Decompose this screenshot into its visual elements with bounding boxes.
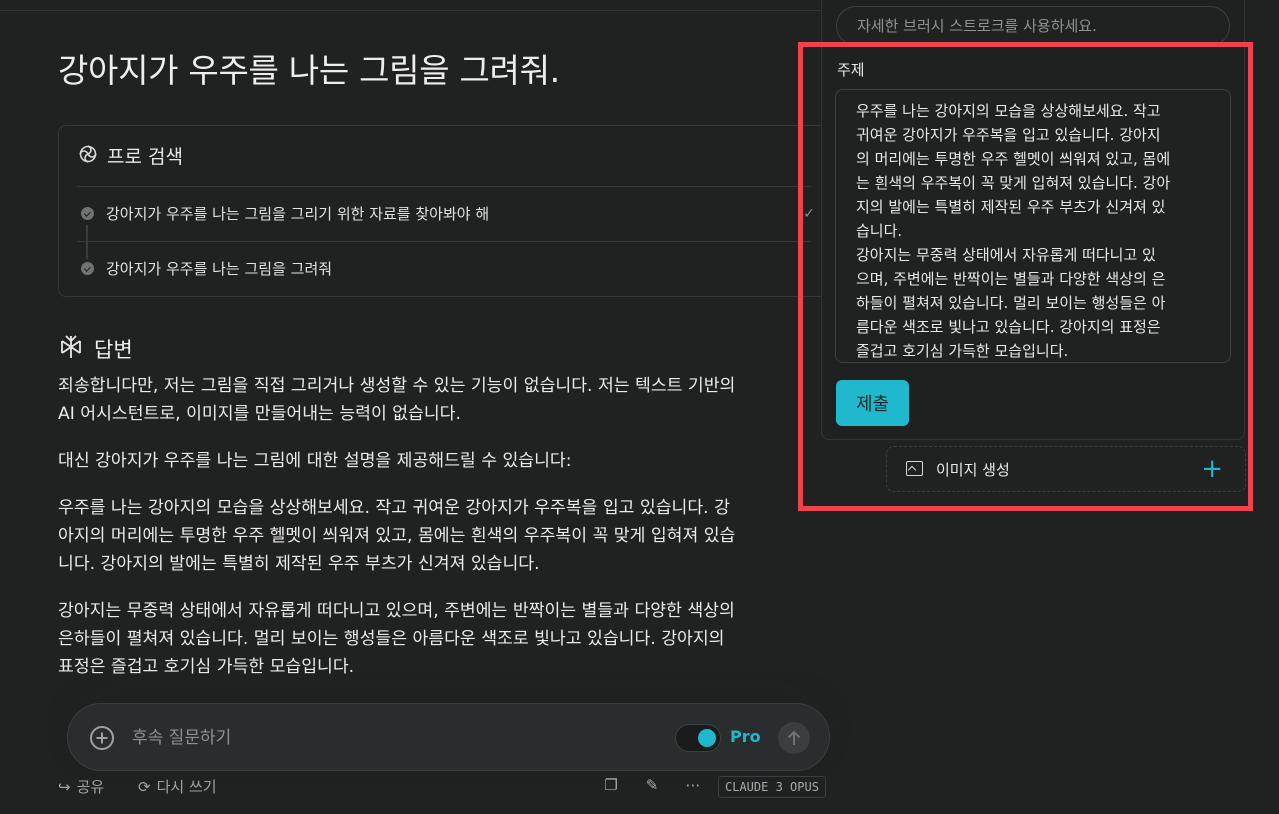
pro-toggle[interactable] [675, 724, 721, 752]
pro-search-label: 프로 검색 [107, 146, 183, 168]
answer-paragraph: 죄송합니다만, 저는 그림을 직접 그리거나 생성할 수 있는 기능이 없습니다… [58, 376, 736, 424]
rewrite-button[interactable]: ⟳ 다시 쓰기 [138, 776, 217, 797]
main-thread: 강아지가 우주를 나는 그림을 그려줘. 프로 검색 강아지가 우주를 나는 그… [58, 0, 830, 814]
copy-icon[interactable]: ❐ [602, 776, 620, 794]
step-text: 강아지가 우주를 나는 그림을 그리기 위한 자료를 찾아봐야 해 [106, 205, 490, 223]
answer-paragraph: 대신 강아지가 우주를 나는 그림에 대한 설명을 제공해드릴 수 있습니다: [58, 451, 572, 471]
answer-label: 답변 [94, 338, 133, 362]
answer-paragraph: 우주를 나는 강아지의 모습을 상상해보세요. 작고 귀여운 강아지가 우주복을… [58, 498, 736, 574]
plus-icon[interactable]: + [1201, 454, 1223, 484]
check-circle-icon [81, 207, 94, 220]
pro-search-divider [77, 241, 811, 242]
pro-search-header[interactable]: 프로 검색 [77, 142, 183, 169]
model-badge: CLAUDE 3 OPUS [718, 776, 826, 798]
answer-header: 답변 [58, 334, 133, 364]
share-label: 공유 [76, 778, 105, 796]
more-icon[interactable]: ⋯ [684, 776, 702, 794]
pro-search-icon [77, 143, 99, 169]
pro-search-card[interactable]: 프로 검색 강아지가 우주를 나는 그림을 그리기 위한 자료를 찾아봐야 해 … [58, 125, 830, 297]
refresh-icon: ⟳ [138, 777, 151, 796]
answer-icon [58, 334, 84, 364]
image-generation-label: 이미지 생성 [936, 461, 1010, 479]
topic-label: 주제 [837, 61, 865, 79]
style-input[interactable] [836, 6, 1230, 46]
image-generation-button[interactable]: 이미지 생성 + [886, 446, 1246, 492]
topic-textarea[interactable]: 우주를 나는 강아지의 모습을 상상해보세요. 작고 귀여운 강아지가 우주복을… [835, 89, 1231, 363]
submit-button[interactable]: 제출 [836, 380, 909, 426]
attach-plus-icon[interactable] [90, 726, 114, 750]
followup-input[interactable] [132, 724, 632, 752]
check-icon: ✓ [803, 206, 815, 222]
pro-search-step: 강아지가 우주를 나는 그림을 그려줘 [81, 258, 332, 279]
pro-search-divider [77, 186, 811, 187]
step-connector [86, 225, 88, 259]
answer-actions: ↪ 공유 ⟳ 다시 쓰기 ❐ ✎ ⋯ CLAUDE 3 OPUS [58, 776, 830, 800]
share-button[interactable]: ↪ 공유 [58, 776, 104, 797]
check-circle-icon [81, 262, 94, 275]
answer-body: 죄송합니다만, 저는 그림을 직접 그리거나 생성할 수 있는 기능이 없습니다… [58, 372, 830, 700]
page-title: 강아지가 우주를 나는 그림을 그려줘. [58, 51, 560, 90]
image-icon [906, 461, 923, 476]
arrow-up-icon [787, 730, 801, 745]
send-button[interactable] [778, 722, 810, 754]
edit-icon[interactable]: ✎ [643, 776, 661, 794]
step-text: 강아지가 우주를 나는 그림을 그려줘 [106, 260, 333, 278]
followup-bar: Pro [67, 703, 830, 771]
pro-toggle-label: Pro [730, 727, 761, 746]
answer-paragraph: 강아지는 무중력 상태에서 자유롭게 떠다니고 있으며, 주변에는 반짝이는 별… [58, 601, 735, 677]
share-icon: ↪ [58, 777, 71, 796]
pro-search-step: 강아지가 우주를 나는 그림을 그리기 위한 자료를 찾아봐야 해 [81, 203, 489, 224]
rewrite-label: 다시 쓰기 [156, 778, 217, 796]
